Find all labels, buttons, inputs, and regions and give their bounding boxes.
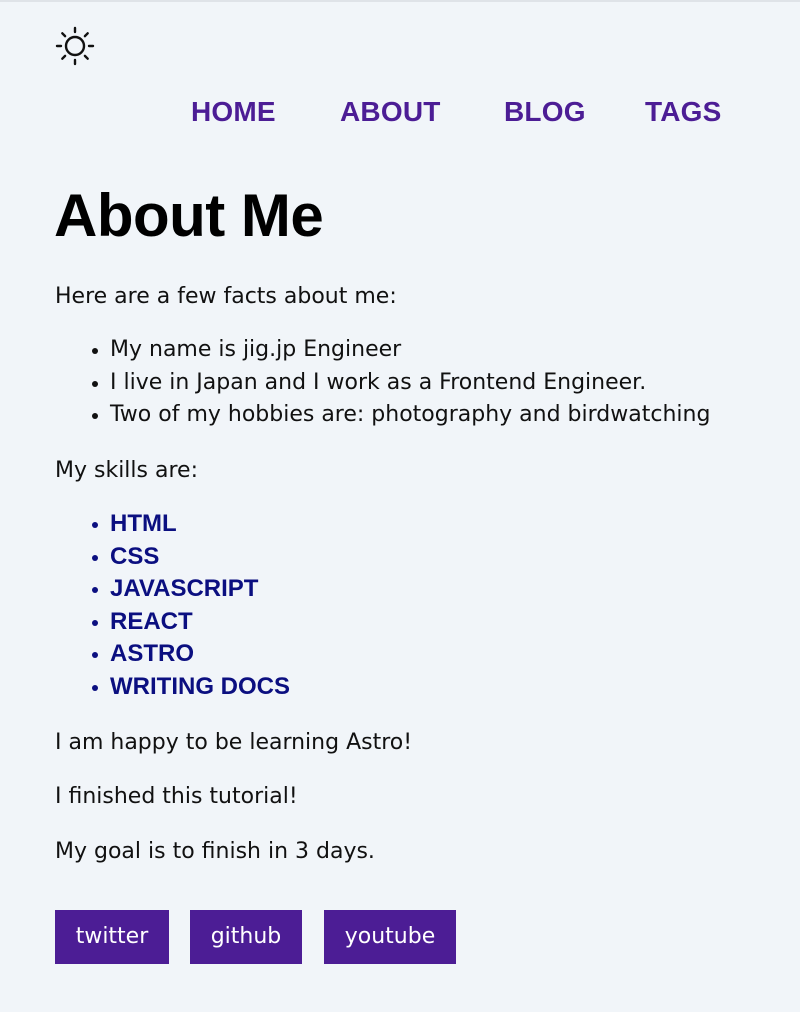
- intro-text: Here are a few facts about me:: [55, 284, 397, 309]
- fact-item: I live in Japan and I work as a Frontend…: [55, 367, 710, 400]
- top-divider: [0, 0, 800, 2]
- happy-text: I am happy to be learning Astro!: [55, 730, 413, 755]
- theme-toggle-button[interactable]: [54, 26, 96, 66]
- skill-item: REACT: [55, 606, 290, 639]
- fact-item: Two of my hobbies are: photography and b…: [55, 399, 710, 432]
- finished-text: I finished this tutorial!: [55, 784, 298, 809]
- sun-icon: [55, 26, 95, 66]
- nav-link-blog[interactable]: BLOG: [504, 96, 586, 128]
- skill-item: WRITING DOCS: [55, 671, 290, 704]
- skill-item: JAVASCRIPT: [55, 573, 290, 606]
- twitter-link[interactable]: twitter: [55, 910, 169, 964]
- page-title: About Me: [54, 182, 324, 249]
- nav-link-tags[interactable]: TAGS: [645, 96, 722, 128]
- facts-list: My name is jig.jp Engineer I live in Jap…: [55, 334, 710, 432]
- skill-item: HTML: [55, 508, 290, 541]
- main-nav: HOME ABOUT BLOG TAGS: [0, 96, 800, 130]
- skills-list: HTML CSS JAVASCRIPT REACT ASTRO WRITING …: [55, 508, 290, 704]
- fact-item: My name is jig.jp Engineer: [55, 334, 710, 367]
- goal-text: My goal is to finish in 3 days.: [55, 839, 375, 864]
- skill-item: ASTRO: [55, 638, 290, 671]
- github-link[interactable]: github: [190, 910, 302, 964]
- nav-link-home[interactable]: HOME: [191, 96, 276, 128]
- skills-label: My skills are:: [55, 458, 198, 483]
- nav-link-about[interactable]: ABOUT: [340, 96, 441, 128]
- skill-item: CSS: [55, 541, 290, 574]
- youtube-link[interactable]: youtube: [324, 910, 456, 964]
